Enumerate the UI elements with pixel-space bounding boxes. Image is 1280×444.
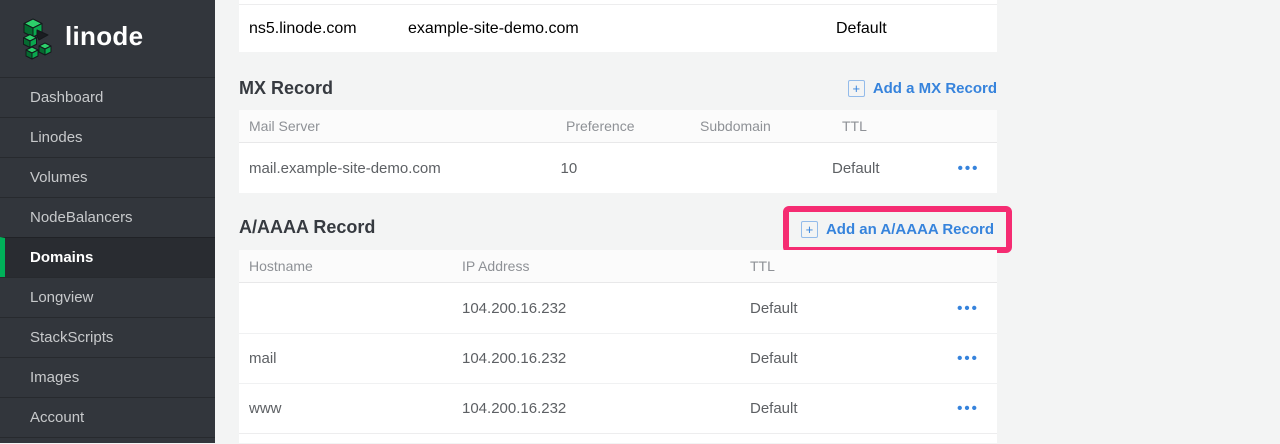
add-mx-record-label: Add a MX Record bbox=[873, 80, 997, 97]
sidebar-item-longview[interactable]: Longview bbox=[0, 277, 215, 317]
a-ttl-cell: Default bbox=[740, 350, 900, 367]
table-row: ns5.linode.com example-site-demo.com Def… bbox=[239, 5, 997, 52]
a-section-title: A/AAAA Record bbox=[239, 217, 375, 238]
linode-logo[interactable]: linode bbox=[0, 0, 215, 77]
sidebar-item-account[interactable]: Account bbox=[0, 397, 215, 437]
sidebar-item-label: Volumes bbox=[30, 169, 88, 186]
linode-logo-icon bbox=[20, 16, 56, 62]
sidebar-item-label: Linodes bbox=[30, 129, 83, 146]
sidebar: linode Dashboard Linodes Volumes NodeBal… bbox=[0, 0, 215, 443]
table-row: www 104.200.16.232 Default ••• bbox=[239, 383, 997, 433]
row-actions-button[interactable]: ••• bbox=[939, 384, 997, 433]
mx-table-header: Mail Server Preference Subdomain TTL bbox=[239, 110, 997, 143]
ellipsis-icon: ••• bbox=[957, 301, 979, 316]
sidebar-item-label: Domains bbox=[30, 249, 93, 266]
plus-square-icon: + bbox=[848, 80, 865, 97]
ns-domain-cell: example-site-demo.com bbox=[398, 20, 826, 38]
sidebar-item-label: NodeBalancers bbox=[30, 209, 133, 226]
column-header-preference: Preference bbox=[556, 118, 690, 134]
sidebar-item-images[interactable]: Images bbox=[0, 357, 215, 397]
sidebar-item-stackscripts[interactable]: StackScripts bbox=[0, 317, 215, 357]
column-header-ttl: TTL bbox=[740, 258, 900, 274]
brand-name: linode bbox=[65, 21, 143, 56]
column-header-subdomain: Subdomain bbox=[690, 118, 832, 134]
add-a-aaaa-record-label: Add an A/AAAA Record bbox=[826, 221, 994, 238]
sidebar-item-label: StackScripts bbox=[30, 329, 113, 346]
sidebar-item-label: Images bbox=[30, 369, 79, 386]
mx-record-table: Mail Server Preference Subdomain TTL mai… bbox=[239, 110, 997, 193]
sidebar-item-linodes[interactable]: Linodes bbox=[0, 117, 215, 157]
ellipsis-icon: ••• bbox=[957, 351, 979, 366]
mx-mail-server-cell: mail.example-site-demo.com bbox=[239, 160, 551, 177]
a-table-header: Hostname IP Address TTL bbox=[239, 250, 997, 283]
add-mx-record-button[interactable]: + Add a MX Record bbox=[848, 80, 997, 97]
mx-preference-cell: 10 bbox=[551, 160, 683, 177]
a-ip-cell: 104.200.16.232 bbox=[452, 400, 740, 417]
table-row: 104.200.16.232 Default ••• bbox=[239, 283, 997, 333]
sidebar-item-dashboard[interactable]: Dashboard bbox=[0, 77, 215, 117]
plus-square-icon: + bbox=[801, 221, 818, 238]
mx-ttl-cell: Default bbox=[822, 160, 940, 177]
domain-records-page: ns5.linode.com example-site-demo.com Def… bbox=[215, 0, 1280, 443]
ellipsis-icon: ••• bbox=[957, 401, 979, 416]
partial-next-row bbox=[239, 433, 997, 443]
column-header-ip-address: IP Address bbox=[452, 258, 740, 274]
linode-manager-app: linode Dashboard Linodes Volumes NodeBal… bbox=[0, 0, 1280, 443]
sidebar-item-label: Account bbox=[30, 409, 84, 426]
table-row: mail.example-site-demo.com 10 Default ••… bbox=[239, 143, 997, 193]
ns-record-table: ns5.linode.com example-site-demo.com Def… bbox=[239, 0, 997, 52]
mx-section-header: MX Record + Add a MX Record bbox=[239, 73, 997, 103]
a-hostname-cell: www bbox=[239, 400, 452, 417]
row-actions-button[interactable]: ••• bbox=[940, 143, 997, 193]
column-header-hostname: Hostname bbox=[239, 258, 452, 274]
a-aaaa-record-table: Hostname IP Address TTL 104.200.16.232 D… bbox=[239, 250, 997, 443]
ns-ttl-cell: Default bbox=[826, 20, 997, 38]
sidebar-item-nodebalancers[interactable]: NodeBalancers bbox=[0, 197, 215, 237]
mx-section-title: MX Record bbox=[239, 78, 333, 99]
add-a-aaaa-record-button[interactable]: + Add an A/AAAA Record bbox=[801, 221, 994, 238]
sidebar-item-domains[interactable]: Domains bbox=[0, 237, 215, 277]
a-hostname-cell: mail bbox=[239, 350, 452, 367]
column-header-mail-server: Mail Server bbox=[239, 118, 556, 134]
a-ttl-cell: Default bbox=[740, 400, 900, 417]
table-row: mail 104.200.16.232 Default ••• bbox=[239, 333, 997, 383]
row-actions-button[interactable]: ••• bbox=[939, 283, 997, 333]
ns-name-server-cell: ns5.linode.com bbox=[239, 20, 398, 38]
a-ip-cell: 104.200.16.232 bbox=[452, 300, 740, 317]
ellipsis-icon: ••• bbox=[958, 161, 980, 176]
column-header-ttl: TTL bbox=[832, 118, 952, 134]
sidebar-item-label: Longview bbox=[30, 289, 93, 306]
sidebar-item-label: Dashboard bbox=[30, 89, 103, 106]
sidebar-item-volumes[interactable]: Volumes bbox=[0, 157, 215, 197]
row-actions-button[interactable]: ••• bbox=[939, 334, 997, 383]
a-ip-cell: 104.200.16.232 bbox=[452, 350, 740, 367]
a-ttl-cell: Default bbox=[740, 300, 900, 317]
